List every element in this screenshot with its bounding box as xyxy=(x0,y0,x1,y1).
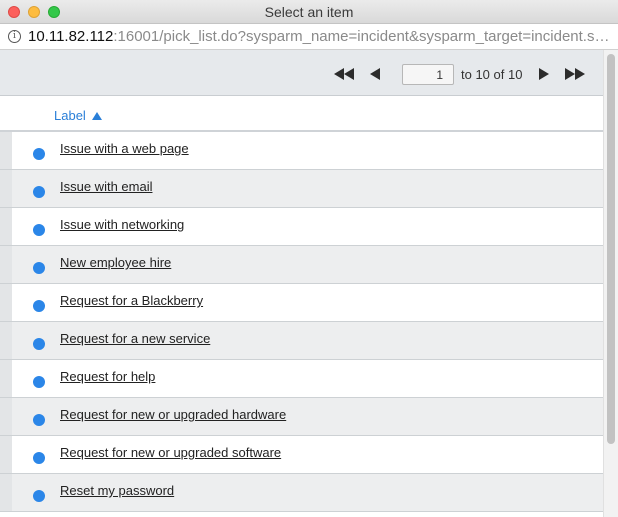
row-label-link[interactable]: Reset my password xyxy=(60,483,174,498)
results-list: Issue with a web page Issue with email I… xyxy=(0,132,603,512)
table-row: Request for a Blackberry xyxy=(0,284,603,322)
row-dot-icon xyxy=(33,186,45,198)
row-dot-icon xyxy=(33,148,45,160)
column-header-text: Label xyxy=(54,108,86,123)
url-path: :16001/pick_list.do?sysparm_name=inciden… xyxy=(113,28,612,45)
table-row: Request for a new service xyxy=(0,322,603,360)
first-page-icon xyxy=(334,68,344,80)
next-page-icon xyxy=(539,68,549,80)
url-text[interactable]: 10.11.82.112:16001/pick_list.do?sysparm_… xyxy=(28,28,612,45)
url-host: 10.11.82.112 xyxy=(28,28,114,45)
row-gutter xyxy=(0,474,12,511)
row-gutter xyxy=(0,208,12,245)
row-label-link[interactable]: New employee hire xyxy=(60,255,171,270)
address-bar[interactable]: i 10.11.82.112:16001/pick_list.do?syspar… xyxy=(0,24,618,50)
first-page-icon-2 xyxy=(344,68,354,80)
window-title: Select an item xyxy=(264,4,354,20)
row-gutter xyxy=(0,284,12,321)
row-dot-icon xyxy=(33,414,45,426)
table-row: Issue with networking xyxy=(0,208,603,246)
row-gutter xyxy=(0,360,12,397)
info-icon[interactable]: i xyxy=(8,30,21,43)
previous-page-button[interactable] xyxy=(370,64,380,84)
table-row: Issue with email xyxy=(0,170,603,208)
page-number-input[interactable] xyxy=(402,64,454,85)
table-row: Issue with a web page xyxy=(0,132,603,170)
row-label-link[interactable]: Request for help xyxy=(60,369,155,384)
pick-list-content: to 10 of 10 Label Issue with a web page … xyxy=(0,50,618,517)
table-row: Request for new or upgraded hardware xyxy=(0,398,603,436)
row-label-link[interactable]: Issue with email xyxy=(60,179,152,194)
row-label-link[interactable]: Request for a Blackberry xyxy=(60,293,203,308)
row-gutter xyxy=(0,132,12,169)
row-gutter xyxy=(0,246,12,283)
table-row: Request for help xyxy=(0,360,603,398)
previous-page-icon xyxy=(370,68,380,80)
first-page-button[interactable] xyxy=(334,64,354,84)
row-dot-icon xyxy=(33,262,45,274)
row-dot-icon xyxy=(33,376,45,388)
row-gutter xyxy=(0,436,12,473)
table-row: Request for new or upgraded software xyxy=(0,436,603,474)
table-header: Label xyxy=(0,96,603,132)
row-dot-icon xyxy=(33,300,45,312)
label-column-header[interactable]: Label xyxy=(54,108,102,123)
title-bar: Select an item xyxy=(0,0,618,24)
row-label-link[interactable]: Request for a new service xyxy=(60,331,210,346)
row-label-link[interactable]: Request for new or upgraded software xyxy=(60,445,281,460)
row-dot-icon xyxy=(33,224,45,236)
row-gutter xyxy=(0,398,12,435)
row-gutter xyxy=(0,170,12,207)
table-row: New employee hire xyxy=(0,246,603,284)
last-page-icon xyxy=(565,68,575,80)
scrollbar-thumb[interactable] xyxy=(607,54,615,444)
vertical-scrollbar[interactable] xyxy=(603,50,618,517)
table-row: Reset my password xyxy=(0,474,603,512)
row-dot-icon xyxy=(33,452,45,464)
row-gutter xyxy=(0,322,12,359)
page-range-text: to 10 of 10 xyxy=(461,67,523,82)
row-dot-icon xyxy=(33,338,45,350)
pagination-bar: to 10 of 10 xyxy=(0,50,603,96)
last-page-button[interactable] xyxy=(565,64,585,84)
last-page-icon-2 xyxy=(575,68,585,80)
next-page-button[interactable] xyxy=(539,64,549,84)
sort-ascending-icon xyxy=(91,111,102,120)
row-label-link[interactable]: Issue with networking xyxy=(60,217,184,232)
row-dot-icon xyxy=(33,490,45,502)
row-label-link[interactable]: Request for new or upgraded hardware xyxy=(60,407,286,422)
row-label-link[interactable]: Issue with a web page xyxy=(60,141,189,156)
